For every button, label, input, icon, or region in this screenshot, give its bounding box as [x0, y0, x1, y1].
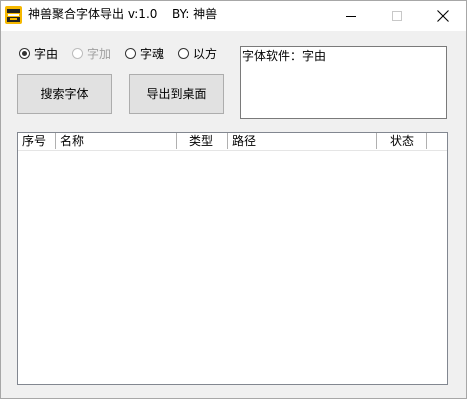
- close-icon: [437, 10, 449, 22]
- close-button[interactable]: [420, 1, 466, 31]
- minimize-button[interactable]: [328, 1, 374, 31]
- radio-label: 以方: [193, 47, 218, 61]
- maximize-icon: [392, 11, 402, 21]
- window-title: 神兽聚合字体导出 v:1.0: [28, 7, 158, 21]
- column-header-name[interactable]: 名称: [56, 133, 177, 149]
- font-list-view[interactable]: 序号 名称 类型 路径 状态: [17, 132, 448, 385]
- radio-label: 字由: [34, 47, 59, 61]
- info-textbox[interactable]: 字体软件：字由: [240, 46, 447, 119]
- column-header-type[interactable]: 类型: [177, 133, 228, 149]
- radio-unchecked-icon: [178, 48, 189, 59]
- column-header-index[interactable]: 序号: [18, 133, 56, 149]
- radio-label: 字加: [87, 47, 112, 61]
- column-header-path[interactable]: 路径: [228, 133, 377, 149]
- window-author: BY: 神兽: [172, 7, 218, 21]
- radio-checked-icon: [19, 48, 30, 59]
- maximize-button[interactable]: [374, 1, 420, 31]
- radio-unchecked-icon: [72, 48, 83, 59]
- list-header: 序号 名称 类型 路径 状态: [18, 133, 447, 151]
- column-header-status[interactable]: 状态: [377, 133, 427, 149]
- search-fonts-button[interactable]: 搜索字体: [17, 74, 112, 114]
- radio-label: 字魂: [140, 47, 165, 61]
- app-window: 神兽聚合字体导出 v:1.0 BY: 神兽 字由 字加 字魂 以方 搜索字体 导…: [0, 0, 467, 399]
- export-to-desktop-button[interactable]: 导出到桌面: [129, 74, 224, 114]
- app-logo-icon: [5, 6, 22, 24]
- title-bar[interactable]: 神兽聚合字体导出 v:1.0 BY: 神兽: [1, 1, 466, 31]
- radio-unchecked-icon: [125, 48, 136, 59]
- minimize-icon: [346, 16, 356, 17]
